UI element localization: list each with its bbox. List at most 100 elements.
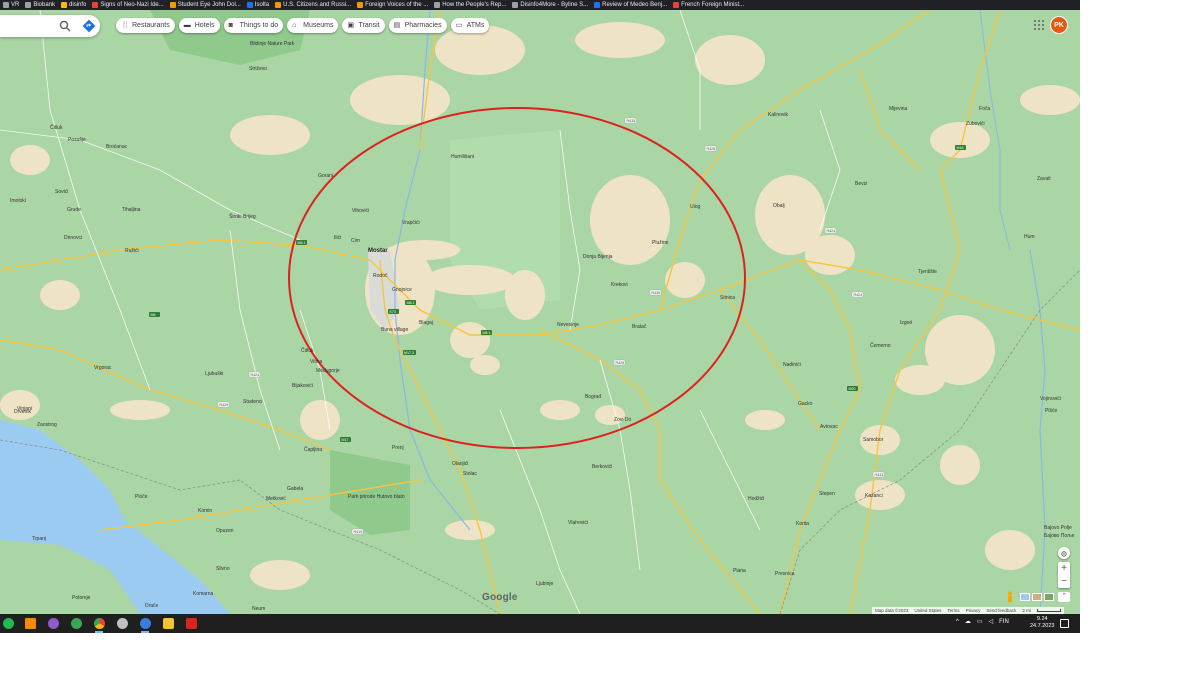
vlc-icon[interactable]	[25, 618, 36, 629]
chip-atms[interactable]: ▭ ATMs	[450, 18, 490, 33]
search-box[interactable]	[0, 15, 100, 37]
zoom-in-button[interactable]: +	[1058, 562, 1070, 575]
place-label: Široki Brijeg	[229, 213, 256, 220]
google-logo: Google	[482, 592, 518, 603]
scale-label[interactable]: 2 mi	[1022, 608, 1031, 613]
chip-hotels[interactable]: ▬ Hotels	[178, 18, 220, 33]
bookmark-item[interactable]: Disinfo4More - Byline S...	[509, 0, 591, 10]
place-label: Olanjići	[452, 461, 468, 467]
layer-thumbnail[interactable]	[1020, 593, 1030, 601]
place-label: Opuzen	[216, 528, 234, 534]
road-shield: R425	[613, 359, 626, 366]
bookmark-favicon-icon	[275, 2, 282, 8]
bookmark-favicon-icon	[434, 2, 441, 8]
layers-switcher[interactable]	[1020, 593, 1054, 601]
country-label[interactable]: United States	[914, 608, 941, 613]
bookmark-item[interactable]: VR	[0, 0, 22, 10]
bookmark-item[interactable]: Foreign Voices of the ...	[354, 0, 431, 10]
place-label: Zaostrog	[37, 422, 57, 428]
layer-thumbnail[interactable]	[1044, 593, 1054, 601]
zoom-out-button[interactable]: −	[1058, 575, 1070, 588]
road-shield: M6.1	[481, 330, 492, 335]
app-icon[interactable]	[117, 618, 128, 629]
language-indicator[interactable]: FIN	[999, 619, 1009, 625]
place-label: Buna village	[381, 327, 408, 333]
chip-museums[interactable]: ⌂ Museums	[287, 18, 339, 33]
bookmark-item[interactable]: Biobank	[22, 0, 58, 10]
place-label: Vitina	[310, 359, 323, 365]
place-label: Komin	[198, 508, 212, 514]
bookmark-item[interactable]: Signs of Neo-Nazi Ide...	[89, 0, 166, 10]
search-icon[interactable]	[58, 19, 72, 33]
chip-pharmacies[interactable]: ▤ Pharmacies	[388, 18, 447, 33]
bookmark-item[interactable]: French Foreign Minist...	[670, 0, 747, 10]
app-icon[interactable]	[48, 618, 59, 629]
browser-icon[interactable]	[140, 618, 151, 629]
road-shield-label: M20	[849, 387, 856, 391]
place-label: Plana	[733, 568, 746, 574]
cloud-icon[interactable]: ☁	[965, 618, 971, 625]
chip-restaurants[interactable]: 🍴 Restaurants	[116, 18, 175, 33]
bookmark-item[interactable]: disinfo	[58, 0, 89, 10]
chrome-icon[interactable]	[94, 618, 105, 629]
place-label: Drinovci	[64, 235, 82, 241]
road-shield-label: R435	[627, 119, 636, 123]
feedback-link[interactable]: Send feedback	[986, 608, 1016, 613]
place-label: Park prirode Hutovo blato	[348, 494, 405, 500]
file-explorer-icon[interactable]	[163, 618, 174, 629]
road-shield: R425	[704, 145, 717, 152]
place-label: Korita	[796, 521, 809, 527]
road-shield: E73	[388, 309, 399, 314]
terms-link[interactable]: Terms	[947, 608, 959, 613]
spotify-icon[interactable]	[3, 618, 14, 629]
my-location-button[interactable]	[1058, 547, 1070, 559]
place-label: Tihaljina	[122, 207, 141, 213]
map-canvas[interactable]: M6.1 M6.1 M17.3 M6.1 R435 R424 R429 R424…	[0, 10, 1080, 614]
road-shield: M17	[340, 437, 351, 442]
place-label: Slivno	[216, 566, 230, 572]
place-label: Bevzi	[855, 181, 867, 187]
chevron-up-icon[interactable]: ^	[956, 619, 959, 625]
road-shield-label: E73	[390, 310, 396, 314]
road-shield: M18	[955, 145, 966, 150]
place-label: Ulog	[690, 204, 701, 210]
volume-icon[interactable]: ◁	[989, 618, 994, 625]
bookmark-item[interactable]: Isolta	[244, 0, 272, 10]
attribution-bar: Map data ©2023 United States Terms Priva…	[872, 607, 1064, 614]
network-icon[interactable]: ▭	[977, 618, 983, 625]
chip-things-to-do[interactable]: ◙ Things to do	[223, 18, 284, 33]
museum-icon: ⌂	[292, 21, 297, 29]
layer-thumbnail[interactable]	[1032, 593, 1042, 601]
bookmark-label: Isolta	[254, 2, 270, 8]
bookmark-item[interactable]: U.S. Citizens and Russi...	[272, 0, 354, 10]
place-label: Gabela	[287, 486, 303, 492]
road-shield: R419	[351, 528, 364, 535]
zoom-control: + −	[1058, 562, 1070, 588]
apps-grid-icon[interactable]	[1033, 19, 1045, 31]
directions-icon[interactable]	[82, 19, 96, 33]
notification-icon[interactable]	[1060, 619, 1069, 628]
expand-button[interactable]: ⌃	[1058, 592, 1070, 602]
place-label: Kalinovik	[768, 112, 789, 118]
bookmark-item[interactable]: Student Eye John Dol...	[167, 0, 244, 10]
chrome-alt-icon[interactable]	[71, 618, 82, 629]
account-avatar[interactable]: PK	[1050, 16, 1068, 34]
chip-transit[interactable]: ▣ Transit	[342, 18, 385, 33]
place-label: Bajovo Polje	[1044, 525, 1072, 531]
locate-icon	[1061, 551, 1067, 557]
bookmark-favicon-icon	[61, 2, 68, 8]
road-shield-label: R425	[707, 147, 716, 151]
pegman-icon[interactable]	[1005, 591, 1015, 603]
road-shield-label: R435	[652, 291, 661, 295]
land-area	[0, 10, 1080, 614]
acrobat-icon[interactable]	[186, 618, 197, 629]
clock[interactable]: 9.24 24.7.2023	[1030, 616, 1054, 630]
bookmark-item[interactable]: Review of Medeo Benj...	[591, 0, 670, 10]
bookmark-favicon-icon	[673, 2, 680, 8]
place-label: Kazanci	[865, 493, 883, 499]
privacy-link[interactable]: Privacy	[966, 608, 981, 613]
place-label: Blagaj	[419, 320, 433, 326]
pharmacy-icon: ▤	[393, 21, 401, 29]
bookmark-item[interactable]: How the People's Rep...	[431, 0, 509, 10]
place-label: Ilići	[334, 235, 341, 241]
